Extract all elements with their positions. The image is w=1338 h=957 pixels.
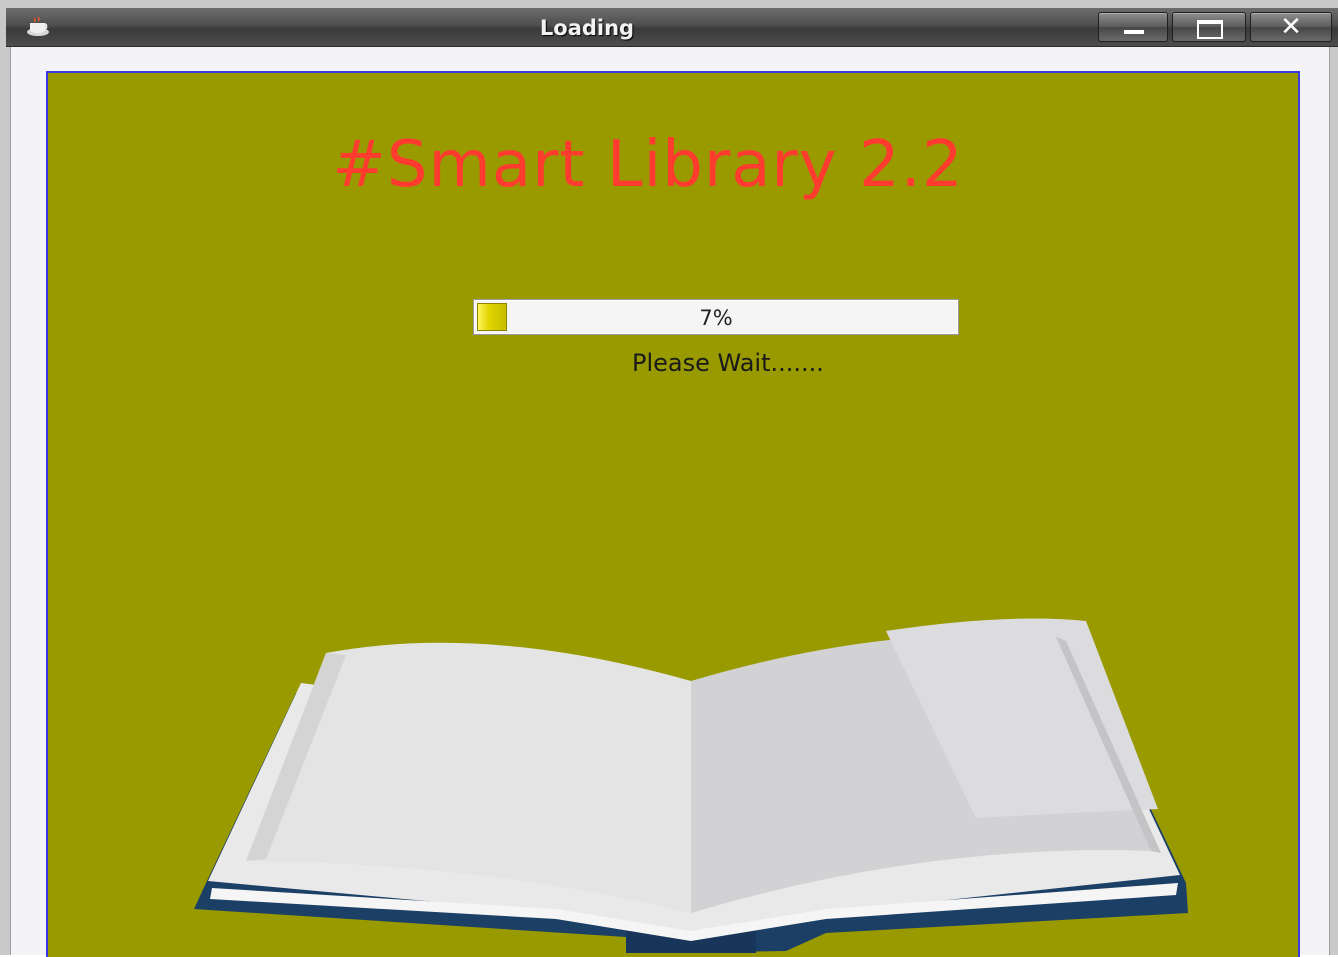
close-icon: ✕ [1280, 12, 1302, 42]
splash-panel: #Smart Library 2.2 7% Please Wait....... [46, 71, 1300, 957]
open-book-icon [194, 618, 1188, 953]
loading-progress-bar: 7% [473, 299, 959, 335]
minimize-icon [1124, 30, 1144, 34]
app-title: #Smart Library 2.2 [332, 128, 964, 202]
minimize-button[interactable] [1098, 12, 1168, 42]
close-button[interactable]: ✕ [1250, 12, 1332, 42]
title-bar[interactable]: Loading ✕ [6, 8, 1338, 47]
progress-label: 7% [699, 306, 733, 330]
status-text: Please Wait....... [632, 349, 824, 377]
loading-window: Loading ✕ #Smart Library 2.2 7% Please W… [0, 0, 1338, 957]
maximize-button[interactable] [1172, 12, 1246, 42]
maximize-icon [1197, 20, 1223, 39]
